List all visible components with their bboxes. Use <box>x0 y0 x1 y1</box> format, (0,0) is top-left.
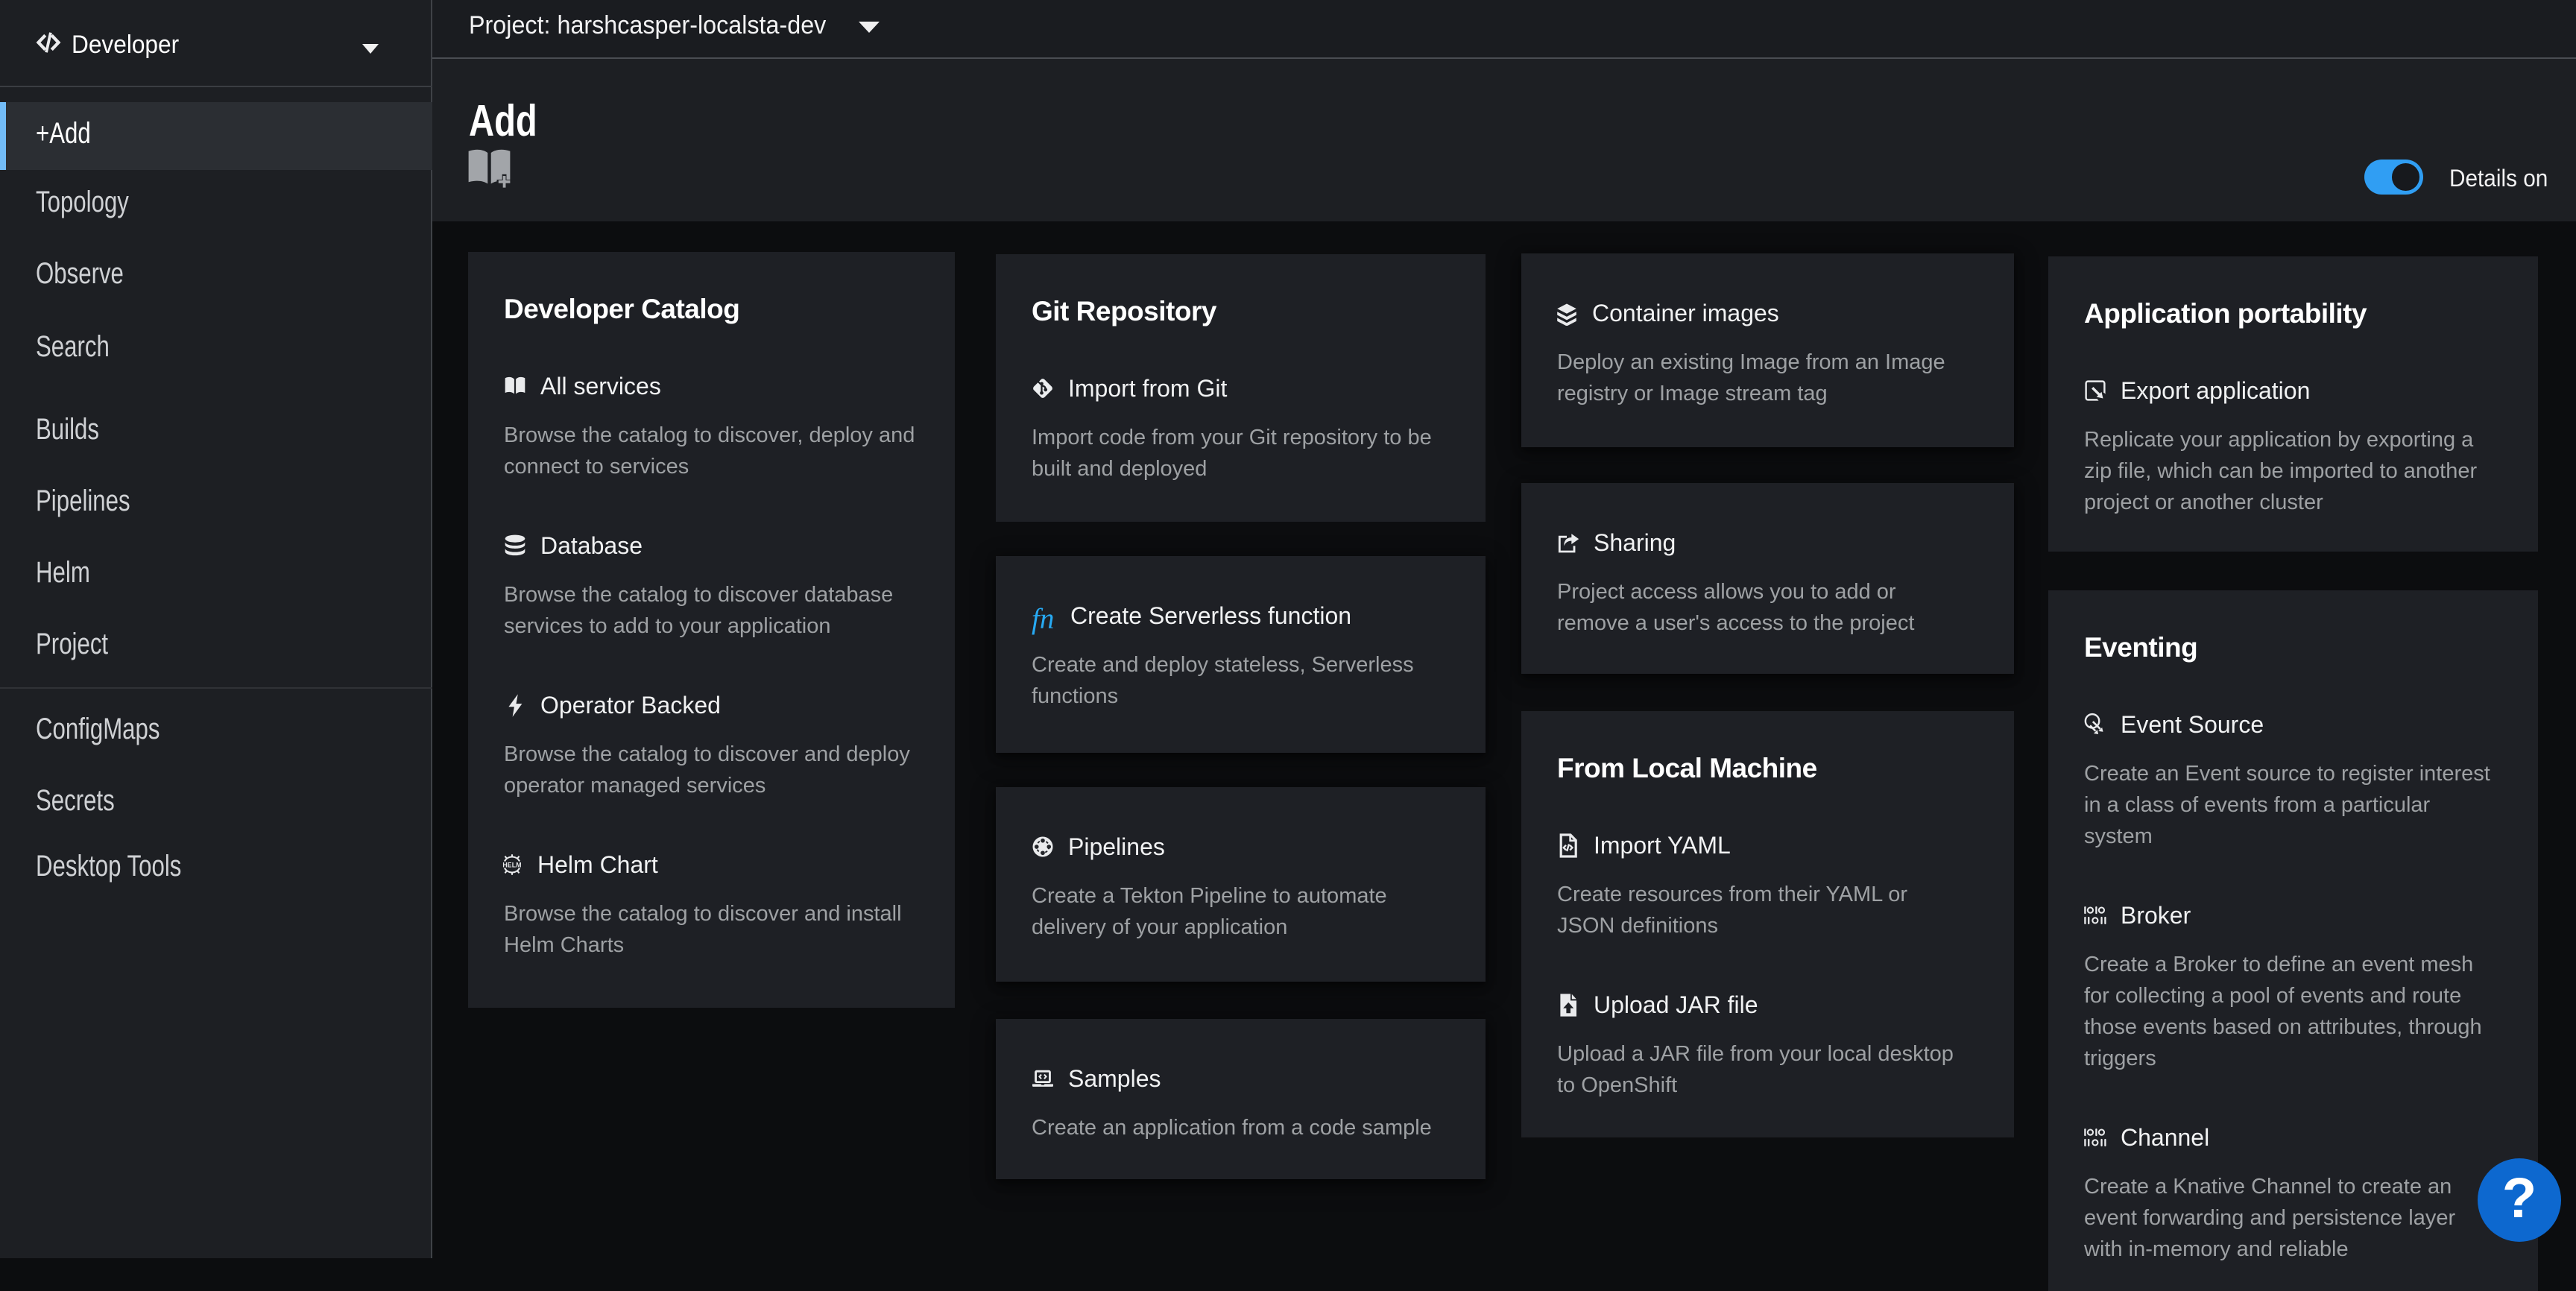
svg-text:HELM: HELM <box>502 861 521 868</box>
